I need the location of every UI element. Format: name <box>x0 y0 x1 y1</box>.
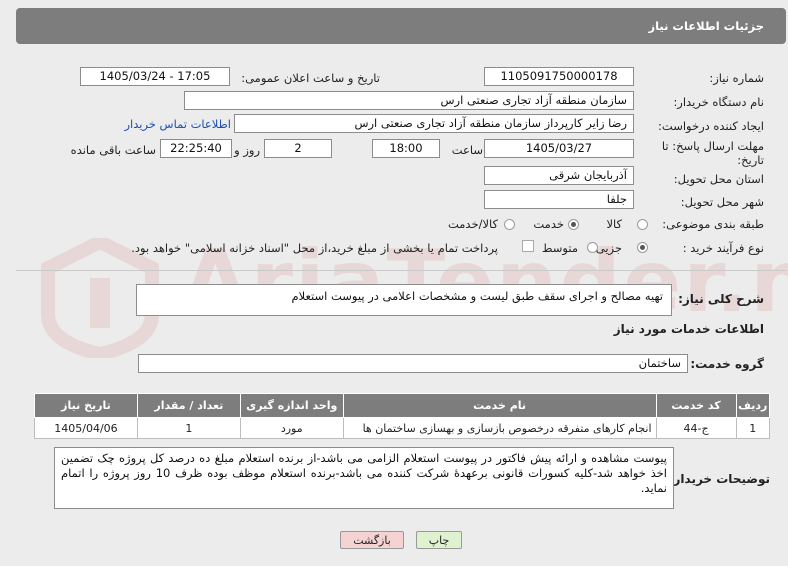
services-info-title: اطلاعات خدمات مورد نیاز <box>613 322 764 336</box>
need-number-label: شماره نیاز: <box>709 71 764 85</box>
need-description-field: تهیه مصالح و اجرای سقف طبق لیست و مشخصات… <box>136 284 672 316</box>
table-row: 1 ج-44 انجام کارهای متفرقه درخصوص بازساز… <box>34 417 771 439</box>
time-remaining-field: 22:25:40 <box>160 139 232 158</box>
announce-datetime-field: 1405/03/24 - 17:05 <box>80 67 230 86</box>
days-label: روز و <box>234 143 260 157</box>
col-quantity: تعداد / مقدار <box>136 393 241 418</box>
city-label: شهر محل تحویل: <box>680 195 764 209</box>
back-button[interactable]: بازگشت <box>340 531 404 549</box>
announce-datetime-label: تاریخ و ساعت اعلان عمومی: <box>241 71 380 85</box>
panel-title: جزئیات اطلاعات نیاز <box>648 19 764 33</box>
cell-unit: مورد <box>239 417 344 439</box>
treasury-checkbox[interactable] <box>522 240 534 252</box>
print-button[interactable]: چاپ <box>416 531 462 549</box>
col-service-code: کد خدمت <box>655 393 737 418</box>
requester-field: رضا زایر کارپرداز سازمان منطقه آزاد تجار… <box>234 114 634 133</box>
purchase-option-medium: متوسط <box>541 241 578 255</box>
deadline-date-label: تاریخ: <box>737 153 764 167</box>
category-option-goods: کالا <box>606 217 622 231</box>
deadline-time-label: ساعت <box>451 143 483 157</box>
section-divider <box>16 270 786 271</box>
purchase-radio-minor[interactable] <box>637 242 648 253</box>
col-unit: واحد اندازه گیری <box>239 393 344 418</box>
buyer-org-label: نام دستگاه خریدار: <box>673 95 764 109</box>
description-label: شرح کلی نیاز: <box>678 292 764 306</box>
col-need-date: تاریخ نیاز <box>34 393 138 418</box>
purchase-option-minor: جزیی <box>595 241 622 255</box>
buyer-contact-link[interactable]: اطلاعات تماس خریدار <box>124 117 231 131</box>
category-option-service: خدمت <box>533 217 564 231</box>
city-field: جلفا <box>484 190 634 209</box>
service-group-label: گروه خدمت: <box>690 357 764 371</box>
province-field: آذربایجان شرقی <box>484 166 634 185</box>
treasury-note: پرداخت تمام یا بخشی از مبلغ خرید،از محل … <box>131 241 498 255</box>
services-table: ردیف کد خدمت نام خدمت واحد اندازه گیری ت… <box>34 393 771 439</box>
buyer-notes-label: توضیحات خریدار: <box>668 472 770 486</box>
deadline-label: مهلت ارسال پاسخ: تا <box>661 139 764 153</box>
remaining-label: ساعت باقی مانده <box>70 143 156 157</box>
cell-row-number: 1 <box>735 417 771 439</box>
purchase-type-label: نوع فرآیند خرید : <box>682 241 764 255</box>
deadline-time-field: 18:00 <box>372 139 440 158</box>
table-header-row: ردیف کد خدمت نام خدمت واحد اندازه گیری ت… <box>34 393 771 418</box>
category-label: طبقه بندی موضوعی: <box>662 217 764 231</box>
cell-need-date: 1405/04/06 <box>34 417 138 439</box>
col-row-number: ردیف <box>735 393 771 418</box>
col-service-name: نام خدمت <box>342 393 657 418</box>
days-remaining-field: 2 <box>264 139 332 158</box>
purchase-radio-medium[interactable] <box>587 242 598 253</box>
category-option-goods-service: کالا/خدمت <box>447 217 498 231</box>
cell-quantity: 1 <box>136 417 241 439</box>
category-radio-service[interactable] <box>568 219 579 230</box>
buyer-notes-field: پیوست مشاهده و ارائه پیش فاکتور در پیوست… <box>54 447 674 509</box>
category-radio-goods-service[interactable] <box>504 219 515 230</box>
province-label: استان محل تحویل: <box>673 172 764 186</box>
need-number-field: 1105091750000178 <box>484 67 634 86</box>
panel-header: جزئیات اطلاعات نیاز <box>16 8 786 44</box>
cell-service-name: انجام کارهای متفرقه درخصوص بازسازی و بهس… <box>342 417 657 439</box>
requester-label: ایجاد کننده درخواست: <box>658 119 764 133</box>
service-group-field: ساختمان <box>138 354 688 373</box>
category-radio-goods[interactable] <box>637 219 648 230</box>
deadline-date-field: 1405/03/27 <box>484 139 634 158</box>
buyer-org-field: سازمان منطقه آزاد تجاری صنعتی ارس <box>184 91 634 110</box>
cell-service-code: ج-44 <box>655 417 737 439</box>
